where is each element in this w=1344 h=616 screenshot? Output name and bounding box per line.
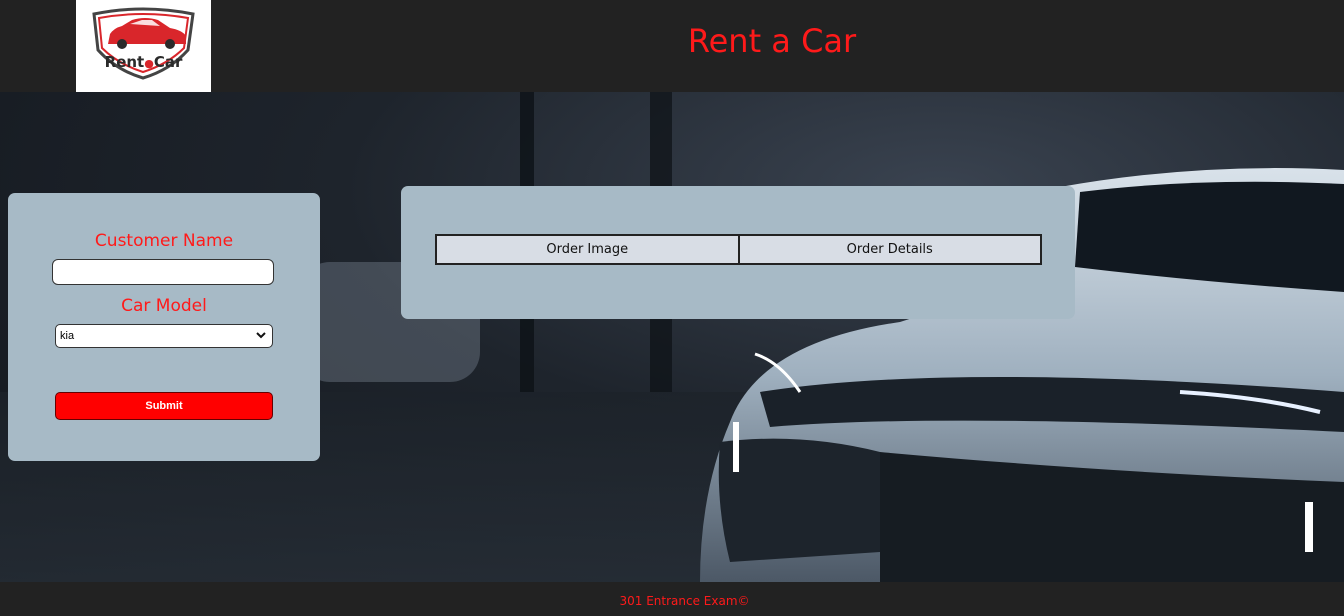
column-header-order-details: Order Details (737, 234, 1042, 265)
orders-table: Order Image Order Details (435, 234, 1042, 265)
orders-panel: Order Image Order Details (401, 186, 1075, 319)
car-model-label: Car Model (121, 296, 207, 316)
footer-text: 301 Entrance Exam© (619, 594, 750, 608)
column-header-order-image: Order Image (435, 234, 740, 265)
submit-button[interactable]: Submit (55, 392, 273, 420)
car-model-select[interactable]: kia (55, 324, 273, 348)
footer: 301 Entrance Exam© (0, 582, 1344, 616)
car-model-selected-value: kia (60, 330, 75, 342)
table-header-row: Order Image Order Details (435, 234, 1042, 265)
logo[interactable]: Rent●Car (76, 0, 211, 92)
customer-name-input[interactable] (52, 259, 274, 285)
chevron-down-icon (256, 332, 266, 339)
rental-form: Customer Name Car Model kia Submit (8, 193, 320, 461)
top-bar: Rent●Car Rent a Car (0, 0, 1344, 92)
page-title: Rent a Car (687, 22, 857, 60)
logo-text: Rent●Car (104, 53, 183, 71)
customer-name-label: Customer Name (94, 231, 234, 251)
